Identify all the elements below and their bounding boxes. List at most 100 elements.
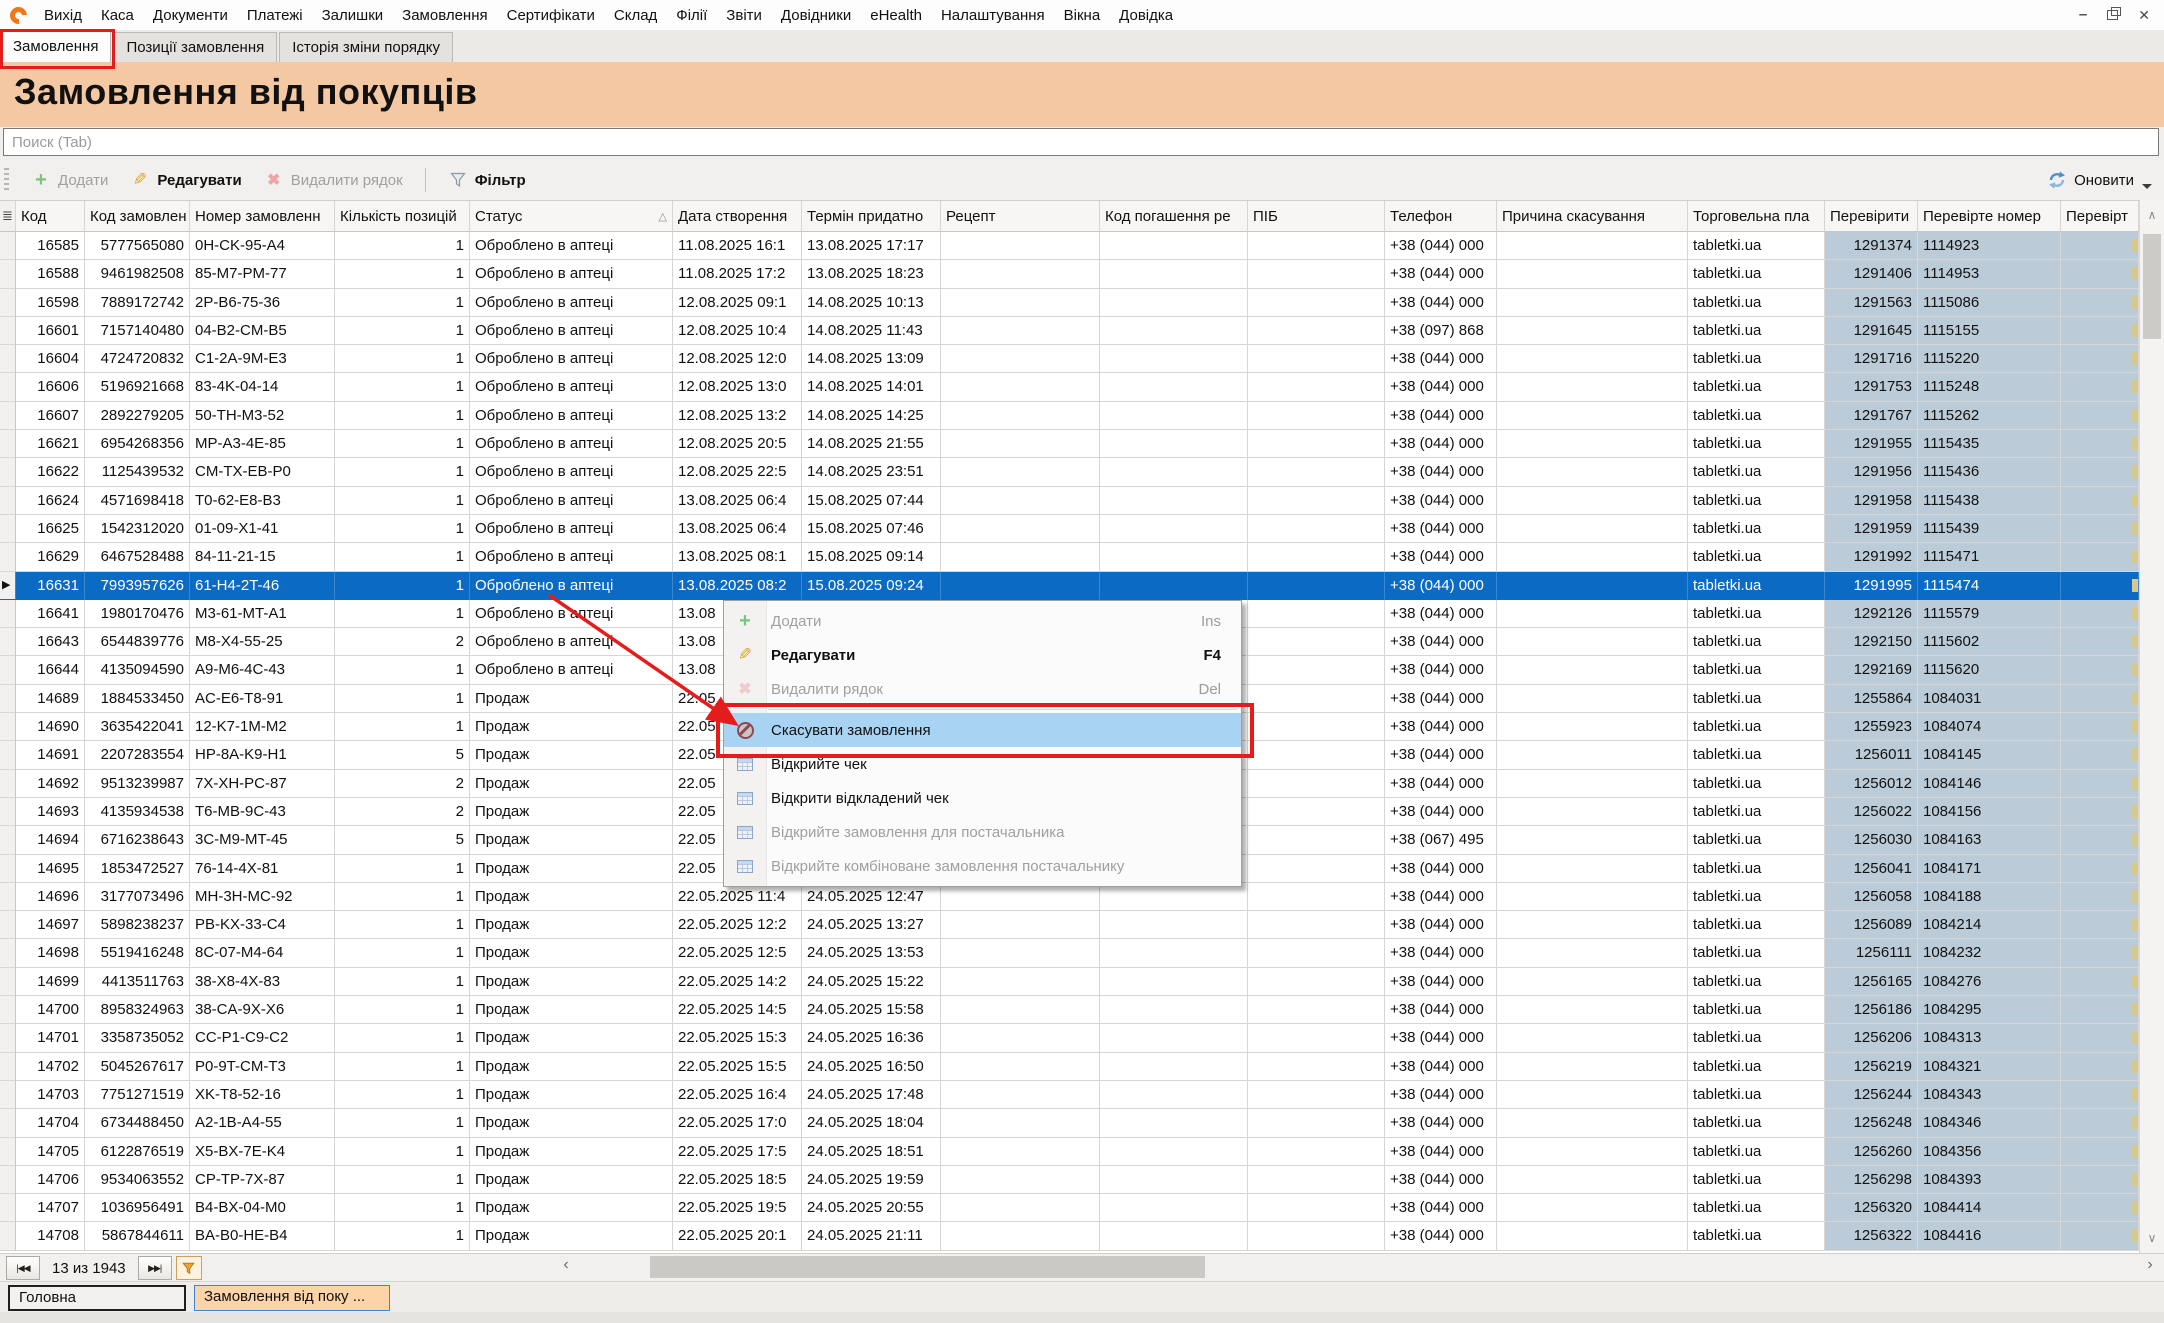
cell-check3[interactable] [2061,911,2139,939]
cell-expires[interactable]: 24.05.2025 15:22 [802,968,941,996]
cell-order_code[interactable]: 7157140480 [85,317,190,345]
cell-platform[interactable]: tabletki.ua [1688,770,1825,798]
cell-code[interactable]: 16629 [16,543,85,571]
cell-code[interactable]: 14699 [16,968,85,996]
cell-redeem_code[interactable] [1100,1024,1248,1052]
cell-recipe[interactable] [941,1024,1100,1052]
row-indicator[interactable] [0,939,16,967]
row-indicator[interactable] [0,1024,16,1052]
cell-recipe[interactable] [941,911,1100,939]
cell-positions_count[interactable]: 1 [335,402,470,430]
cell-positions_count[interactable]: 1 [335,289,470,317]
cell-recipe[interactable] [941,402,1100,430]
cell-check1[interactable]: 1292169 [1825,656,1918,684]
cell-order_number[interactable]: M3-61-MT-A1 [190,600,335,628]
cell-phone[interactable]: +38 (044) 000 [1385,430,1497,458]
row-indicator[interactable] [0,628,16,656]
cell-check2[interactable]: 1084074 [1918,713,2061,741]
cell-phone[interactable]: +38 (044) 000 [1385,1109,1497,1137]
row-indicator[interactable] [0,996,16,1024]
column-header-created[interactable]: Дата створення [673,201,802,232]
scroll-left-icon[interactable]: ‹ [556,1256,576,1278]
cell-created[interactable]: 13.08.2025 06:4 [673,515,802,543]
navigator-filter-button[interactable] [176,1256,202,1280]
cell-check3[interactable] [2061,996,2139,1024]
table-row[interactable]: 16625154231202001-09-X1-411Оброблено в а… [0,515,2139,543]
cell-check2[interactable]: 1115579 [1918,600,2061,628]
cell-created[interactable]: 11.08.2025 17:2 [673,260,802,288]
context-menu-item-відкрийте-комбіноване-замовлення-постачальнику[interactable]: Відкрийте комбіноване замовлення постача… [724,849,1241,883]
cell-code[interactable]: 14689 [16,685,85,713]
cell-created[interactable]: 22.05.2025 20:1 [673,1222,802,1250]
cell-expires[interactable]: 24.05.2025 16:36 [802,1024,941,1052]
cell-check1[interactable]: 1292150 [1825,628,1918,656]
cell-phone[interactable]: +38 (044) 000 [1385,656,1497,684]
cell-recipe[interactable] [941,883,1100,911]
column-header-platform[interactable]: Торговельна пла [1688,201,1825,232]
row-indicator[interactable] [0,911,16,939]
table-row[interactable]: 166044724720832C1-2A-9M-E31Оброблено в а… [0,345,2139,373]
cell-positions_count[interactable]: 2 [335,770,470,798]
close-button[interactable]: ✕ [2138,7,2150,24]
cell-check2[interactable]: 1084156 [1918,798,2061,826]
cell-cancel_reason[interactable] [1497,1024,1688,1052]
cell-order_code[interactable]: 2892279205 [85,402,190,430]
table-row[interactable]: 166216954268356MP-A3-4E-851Оброблено в а… [0,430,2139,458]
cell-cancel_reason[interactable] [1497,572,1688,600]
column-header-positions_count[interactable]: Кількість позицій [335,201,470,232]
cell-expires[interactable]: 13.08.2025 17:17 [802,232,941,260]
cell-code[interactable]: 16606 [16,373,85,401]
table-row[interactable]: 166221125439532CM-TX-EB-P01Оброблено в а… [0,458,2139,486]
tab-позиції-замовлення[interactable]: Позиції замовлення [113,32,277,62]
cell-status[interactable]: Оброблено в аптеці [470,345,673,373]
row-indicator[interactable] [0,289,16,317]
column-header-check1[interactable]: Перевірити [1825,201,1918,232]
minimize-button[interactable]: – [2079,10,2087,20]
cell-positions_count[interactable]: 1 [335,1053,470,1081]
cell-platform[interactable]: tabletki.ua [1688,289,1825,317]
cell-check1[interactable]: 1256030 [1825,826,1918,854]
cell-check3[interactable] [2061,656,2139,684]
cell-check1[interactable]: 1256186 [1825,996,1918,1024]
cell-platform[interactable]: tabletki.ua [1688,1222,1825,1250]
cell-order_code[interactable]: 7889172742 [85,289,190,317]
vertical-scrollbar-thumb[interactable] [2143,234,2161,339]
first-record-button[interactable]: |◀◀ [6,1256,40,1280]
cell-pib[interactable] [1248,572,1385,600]
cell-check3[interactable] [2061,685,2139,713]
menu-item-склад[interactable]: Склад [614,7,657,24]
cell-order_code[interactable]: 6467528488 [85,543,190,571]
cell-order_number[interactable]: 0H-CK-95-A4 [190,232,335,260]
cell-order_code[interactable]: 3177073496 [85,883,190,911]
cell-recipe[interactable] [941,1166,1100,1194]
cell-code[interactable]: 14697 [16,911,85,939]
cell-expires[interactable]: 15.08.2025 09:14 [802,543,941,571]
cell-expires[interactable]: 14.08.2025 10:13 [802,289,941,317]
cell-cancel_reason[interactable] [1497,911,1688,939]
cell-positions_count[interactable]: 1 [335,543,470,571]
cell-check2[interactable]: 1084214 [1918,911,2061,939]
cell-cancel_reason[interactable] [1497,713,1688,741]
context-menu-item-відкрити-відкладений-чек[interactable]: Відкрити відкладений чек [724,781,1241,815]
table-row[interactable]: 147071036956491B4-BX-04-M01Продаж22.05.2… [0,1194,2139,1222]
context-menu-item-редагувати[interactable]: ✎РедагуватиF4 [724,638,1241,672]
cell-check1[interactable]: 1256089 [1825,911,1918,939]
cell-order_code[interactable]: 2207283554 [85,741,190,769]
cell-check2[interactable]: 1115155 [1918,317,2061,345]
cell-cancel_reason[interactable] [1497,232,1688,260]
cell-phone[interactable]: +38 (044) 000 [1385,1166,1497,1194]
cell-pib[interactable] [1248,600,1385,628]
cell-expires[interactable]: 14.08.2025 21:55 [802,430,941,458]
cell-positions_count[interactable]: 1 [335,515,470,543]
cell-check3[interactable] [2061,798,2139,826]
cell-order_code[interactable]: 5045267617 [85,1053,190,1081]
cell-redeem_code[interactable] [1100,1166,1248,1194]
cell-cancel_reason[interactable] [1497,770,1688,798]
menu-item-сертифікати[interactable]: Сертифікати [507,7,595,24]
cell-pib[interactable] [1248,1222,1385,1250]
table-row[interactable]: 16607289227920550-TH-M3-521Оброблено в а… [0,402,2139,430]
cell-check2[interactable]: 1114923 [1918,232,2061,260]
cell-status[interactable]: Продаж [470,1024,673,1052]
cell-code[interactable]: 16588 [16,260,85,288]
cell-order_number[interactable]: XK-T8-52-16 [190,1081,335,1109]
